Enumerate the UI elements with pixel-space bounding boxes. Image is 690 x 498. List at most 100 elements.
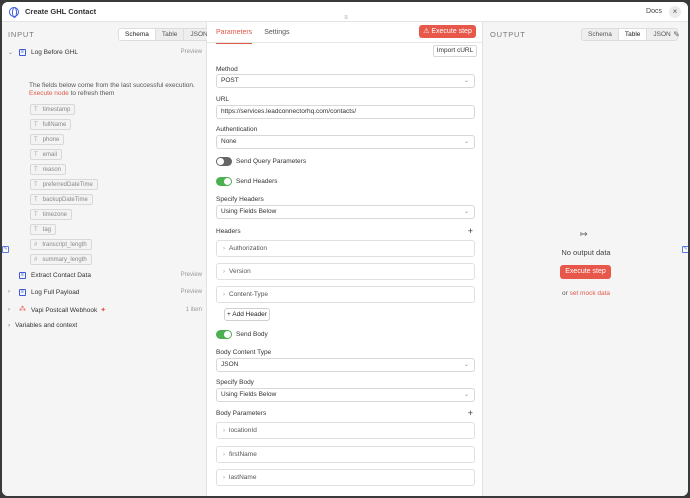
header-name: Version [229, 268, 251, 275]
body-param-location-id[interactable]: › locationId [216, 422, 475, 439]
add-header-button[interactable]: + Add Header [224, 308, 270, 321]
left-edge-node-icon[interactable]: ✎ [2, 246, 9, 253]
field-name: email [42, 151, 58, 158]
close-icon[interactable]: × [669, 6, 681, 18]
input-tab-schema[interactable]: Schema [119, 29, 155, 40]
preview-label[interactable]: Preview [181, 49, 202, 55]
chevron-right-icon: › [223, 428, 225, 434]
specify-body-select[interactable]: Using Fields Below ⌄ [216, 388, 475, 402]
header-item-content-type[interactable]: › Content-Type [216, 286, 475, 303]
string-type-icon: T [34, 196, 38, 203]
body-param-name: lastName [229, 474, 257, 481]
method-label: Method [216, 66, 238, 73]
send-headers-toggle[interactable] [216, 177, 232, 186]
input-node-vapi-postcall-webhook[interactable]: › ⁂ Vapi Postcall Webhook ✦ 1 item [8, 304, 205, 316]
field-name: backupDateTime [42, 196, 88, 203]
set-mock-data-link[interactable]: set mock data [570, 290, 610, 297]
specify-body-label: Specify Body [216, 379, 254, 386]
schema-field-pill[interactable]: Treason [30, 164, 67, 175]
import-curl-button[interactable]: Import cURL [433, 45, 477, 57]
body-content-type-select[interactable]: JSON ⌄ [216, 358, 475, 372]
authentication-select[interactable]: None ⌄ [216, 135, 475, 149]
url-value: https://services.leadconnectorhq.com/con… [221, 108, 357, 115]
input-node-extract-contact-data[interactable]: ≡ Extract Contact Data Preview [8, 269, 205, 281]
output-execute-step-button[interactable]: Execute step [560, 265, 611, 279]
output-tab-schema[interactable]: Schema [582, 29, 618, 40]
execute-step-button[interactable]: ⚠ Execute step [419, 25, 476, 38]
url-label: URL [216, 96, 230, 103]
input-tab-table[interactable]: Table [154, 29, 184, 40]
string-type-icon: T [34, 151, 38, 158]
string-type-icon: T [34, 106, 38, 113]
schema-field-pill[interactable]: TpreferredDateTime [30, 179, 98, 190]
string-type-icon: T [34, 226, 38, 233]
string-type-icon: T [34, 181, 38, 188]
output-tab-table[interactable]: Table [617, 29, 647, 40]
url-input[interactable]: https://services.leadconnectorhq.com/con… [216, 105, 475, 119]
field-name: tag [42, 226, 52, 233]
execute-node-link[interactable]: Execute node [29, 90, 69, 97]
input-heading: INPUT [8, 30, 35, 39]
no-output-text: No output data [561, 248, 611, 257]
chevron-down-icon: ⌄ [463, 209, 469, 215]
field-name: summary_length [42, 256, 87, 263]
parameters-panel: Parameters Settings ⚠ Execute step Impor… [207, 22, 482, 496]
chevron-down-icon: ⌄ [463, 78, 469, 84]
specify-headers-select[interactable]: Using Fields Below ⌄ [216, 205, 475, 219]
input-node-log-before-ghl[interactable]: ⌄ ≡ Log Before GHL Preview [8, 46, 205, 58]
send-body-toggle[interactable] [216, 330, 232, 339]
schema-field-pill[interactable]: TfullName [30, 119, 72, 130]
schema-field-pill[interactable]: Temail [30, 149, 63, 160]
schema-field-pill[interactable]: Ttag [30, 224, 57, 235]
field-name: transcript_length [42, 241, 87, 248]
field-name: fullName [42, 121, 67, 128]
field-name: preferredDateTime [42, 181, 93, 188]
send-query-toggle[interactable] [216, 157, 232, 166]
docs-link[interactable]: Docs [646, 8, 662, 15]
method-select[interactable]: POST ⌄ [216, 74, 475, 88]
add-body-param-plus-icon[interactable]: + [468, 409, 473, 418]
schema-field-pill[interactable]: # transcript_length [30, 239, 92, 250]
execute-step-label: Execute step [431, 28, 472, 35]
send-body-label: Send Body [236, 331, 268, 338]
chevron-down-icon: ⌄ [8, 49, 14, 56]
schema-field-pill[interactable]: Ttimezone [30, 209, 73, 220]
node-name: Vapi Postcall Webhook [31, 306, 98, 314]
preview-label[interactable]: Preview [181, 272, 202, 278]
schema-field-pill[interactable]: Tphone [30, 134, 65, 145]
output-view-tabs: Schema Table JSON [581, 28, 678, 41]
code-node-icon: ≡ [19, 271, 26, 279]
variables-and-context[interactable]: › Variables and context [8, 322, 77, 329]
header-item-authorization[interactable]: › Authorization [216, 240, 475, 257]
right-edge-node-icon[interactable]: ✎ [682, 246, 688, 253]
input-node-log-full-payload[interactable]: › ≡ Log Full Payload Preview [8, 286, 205, 298]
send-query-label: Send Query Parameters [236, 158, 307, 165]
header-name: Authorization [229, 245, 267, 252]
chevron-right-icon: › [8, 307, 10, 313]
input-view-tabs: Schema Table JSON [118, 28, 215, 41]
chevron-right-icon: › [223, 475, 225, 481]
body-param-last-name[interactable]: › lastName [216, 469, 475, 486]
body-content-type-label: Body Content Type [216, 349, 272, 356]
schema-field-pill[interactable]: TbackupDateTime [30, 194, 93, 205]
add-header-plus-icon[interactable]: + [468, 227, 473, 236]
field-name: timezone [42, 211, 68, 218]
preview-label[interactable]: Preview [181, 289, 202, 295]
schema-field-pill[interactable]: # summary_length [30, 254, 92, 265]
edit-output-icon[interactable]: ✎ [673, 30, 680, 39]
output-tab-json[interactable]: JSON [646, 29, 676, 40]
body-param-first-name[interactable]: › firstName [216, 446, 475, 463]
string-type-icon: T [34, 166, 38, 173]
chevron-right-icon: › [223, 269, 225, 275]
webhook-icon: ⁂ [19, 305, 26, 313]
drag-handle-icon[interactable]: ≡ [342, 15, 350, 21]
chevron-right-icon: › [223, 292, 225, 298]
method-value: POST [221, 77, 239, 84]
field-name: reason [42, 166, 62, 173]
header-item-version[interactable]: › Version [216, 263, 475, 280]
schema-field-pill[interactable]: Ttimestamp [30, 104, 76, 115]
field-name: phone [42, 136, 60, 143]
code-node-icon: ≡ [19, 48, 26, 56]
note-text: The fields below come from the last succ… [29, 82, 195, 89]
body-content-type-value: JSON [221, 361, 239, 368]
